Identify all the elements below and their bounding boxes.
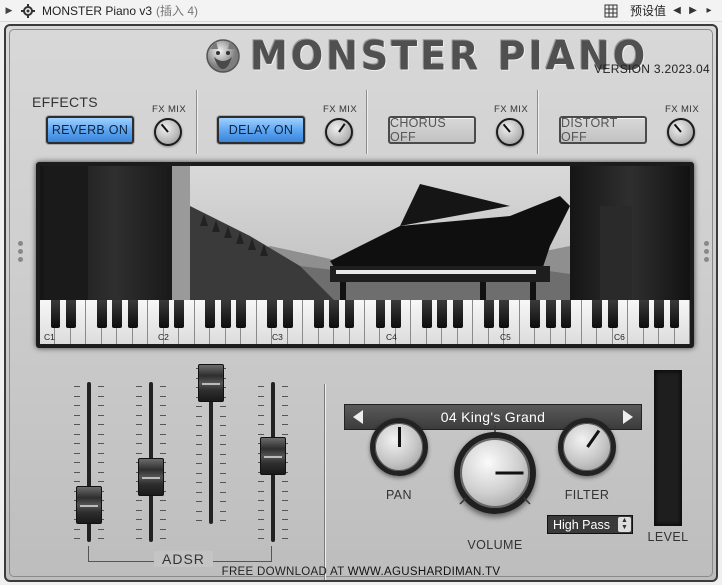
black-key[interactable]: [112, 300, 123, 328]
level-label: LEVEL: [647, 530, 689, 544]
next-preset-icon[interactable]: ▶: [688, 5, 698, 16]
adsr-label: ADSR: [154, 551, 213, 567]
section-divider: [324, 384, 325, 580]
reverb-mix-knob[interactable]: [154, 118, 182, 146]
fader-handle[interactable]: [138, 457, 164, 496]
black-key[interactable]: [561, 300, 572, 328]
gear-icon[interactable]: [20, 3, 36, 19]
black-key[interactable]: [96, 300, 107, 328]
host-titlebar: ▶ MONSTER Piano v3 (插入 4) 预设值 ◀ ▶ ▸: [0, 0, 722, 22]
delay-mix-knob[interactable]: [325, 118, 353, 146]
prev-preset-icon[interactable]: ◀: [672, 5, 682, 16]
black-key[interactable]: [329, 300, 339, 328]
fx-divider: [537, 90, 538, 154]
black-key[interactable]: [220, 300, 231, 328]
fx-mix-label: FX MIX: [494, 104, 529, 115]
updown-icon[interactable]: ▲ ▼: [618, 517, 631, 532]
footer-prefix: FREE DOWNLOAD AT: [221, 566, 345, 578]
black-key[interactable]: [437, 300, 448, 328]
filter-type-select[interactable]: High Pass ▲ ▼: [547, 515, 633, 534]
black-key[interactable]: [313, 300, 324, 328]
keyboard-panel: C1 C2 C3 C4 C5 C6: [36, 162, 694, 348]
plugin-window-title: MONSTER Piano v3: [42, 3, 153, 18]
plugin-insert-slot: (插入 4): [156, 4, 199, 18]
black-key[interactable]: [607, 300, 618, 328]
black-key[interactable]: [654, 300, 664, 328]
adsr-section: ADSR: [70, 364, 290, 567]
version-label: VERSION 3.2023.04: [594, 62, 710, 76]
right-grip-icon: [704, 238, 712, 265]
black-key[interactable]: [236, 300, 247, 328]
logo-title: MONSTER PIANO: [250, 32, 649, 80]
fader-handle[interactable]: [260, 436, 286, 475]
black-key[interactable]: [50, 300, 61, 328]
fx-mix-label: FX MIX: [665, 104, 700, 115]
volume-scale-ticks: [459, 426, 531, 505]
preset-next-icon[interactable]: [623, 410, 633, 424]
preset-prev-icon[interactable]: [353, 410, 363, 424]
volume-label: VOLUME: [467, 538, 523, 552]
black-key[interactable]: [391, 300, 401, 328]
black-key[interactable]: [344, 300, 355, 328]
fader-handle[interactable]: [76, 485, 102, 524]
black-key[interactable]: [158, 300, 169, 328]
level-meter: [654, 370, 682, 526]
black-key[interactable]: [499, 300, 510, 328]
filter-label: FILTER: [564, 488, 610, 502]
distort-mix-knob[interactable]: [667, 118, 695, 146]
fx-slot-reverb: REVERB ON FX MIX: [46, 88, 216, 156]
effects-section: EFFECTS REVERB ON FX MIX DELAY ON FX MIX…: [26, 88, 716, 156]
black-key[interactable]: [267, 300, 278, 328]
release-fader[interactable]: [258, 382, 288, 542]
monster-logo-icon: [206, 39, 240, 73]
black-key[interactable]: [375, 300, 386, 328]
black-key[interactable]: [421, 300, 432, 328]
reverb-button[interactable]: REVERB ON: [46, 116, 134, 144]
footer-url[interactable]: WWW.AGUSHARDIMAN.TV: [348, 566, 501, 578]
menu-arrow-icon[interactable]: ▸: [704, 5, 714, 16]
fx-slot-delay: DELAY ON FX MIX: [217, 88, 387, 156]
pan-label: PAN: [386, 488, 412, 502]
piano-keyboard[interactable]: [40, 300, 690, 344]
fx-slot-chorus: CHORUS OFF FX MIX: [388, 88, 558, 156]
black-key[interactable]: [452, 300, 463, 328]
black-key[interactable]: [530, 300, 541, 328]
black-key[interactable]: [545, 300, 556, 328]
grid-icon[interactable]: [604, 4, 618, 18]
chorus-button[interactable]: CHORUS OFF: [388, 116, 476, 144]
filter-type-value: High Pass: [553, 517, 610, 532]
fx-slot-distort: DISTORT OFF FX MIX: [559, 88, 716, 156]
preset-menu-label[interactable]: 预设值: [630, 2, 666, 19]
expand-arrow-icon[interactable]: ▶: [2, 5, 16, 16]
delay-button[interactable]: DELAY ON: [217, 116, 305, 144]
fx-divider: [196, 90, 197, 154]
fx-divider: [366, 90, 367, 154]
black-key[interactable]: [483, 300, 494, 328]
distort-button[interactable]: DISTORT OFF: [559, 116, 647, 144]
fx-mix-label: FX MIX: [323, 104, 358, 115]
chorus-mix-knob[interactable]: [496, 118, 524, 146]
black-key[interactable]: [669, 300, 680, 328]
black-key[interactable]: [205, 300, 216, 328]
black-key[interactable]: [282, 300, 293, 328]
footer: FREE DOWNLOAD AT WWW.AGUSHARDIMAN.TV: [0, 566, 722, 578]
black-key[interactable]: [66, 300, 76, 328]
sustain-fader[interactable]: [196, 364, 226, 524]
pan-knob[interactable]: [370, 418, 428, 476]
left-grip-icon: [18, 238, 26, 265]
preset-name: 04 King's Grand: [440, 409, 546, 425]
black-key[interactable]: [592, 300, 603, 328]
fader-handle[interactable]: [198, 364, 224, 402]
black-key[interactable]: [127, 300, 138, 328]
filter-knob[interactable]: [558, 418, 616, 476]
black-key[interactable]: [174, 300, 185, 328]
attack-fader[interactable]: [74, 382, 104, 542]
fx-mix-label: FX MIX: [152, 104, 187, 115]
plugin-panel: MONSTER PIANO VERSION 3.2023.04 EFFECTS …: [4, 24, 718, 582]
black-key[interactable]: [638, 300, 649, 328]
logo: MONSTER PIANO: [202, 32, 649, 80]
decay-fader[interactable]: [136, 382, 166, 542]
